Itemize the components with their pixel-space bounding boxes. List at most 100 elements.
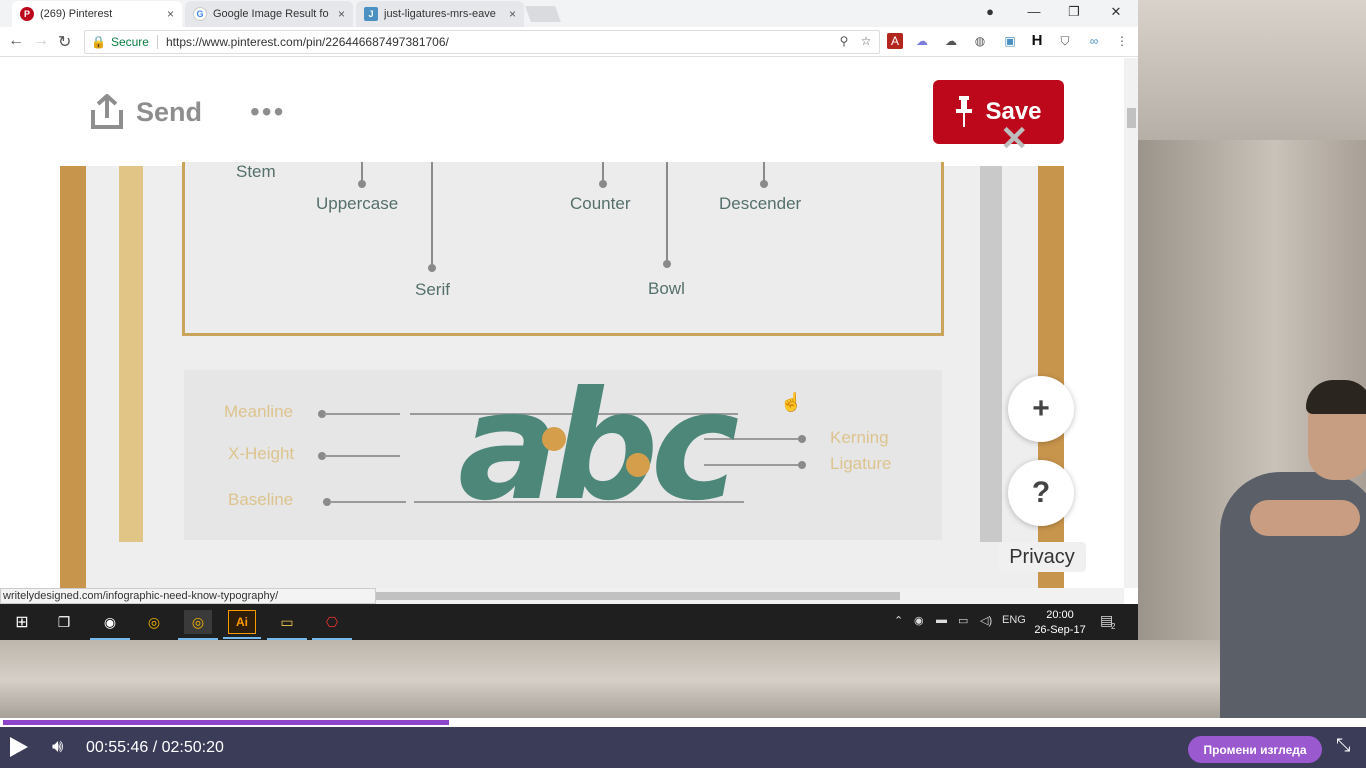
url-text[interactable]: https://www.pinterest.com/pin/2264466874… xyxy=(166,35,449,49)
forward-icon[interactable]: → xyxy=(33,32,49,50)
guide-dot xyxy=(798,435,806,443)
more-options-icon[interactable]: ••• xyxy=(250,96,285,128)
pointer-line xyxy=(361,162,363,182)
status-bar: writelydesigned.com/infographic-need-kno… xyxy=(0,588,376,604)
pointer-line xyxy=(666,162,668,262)
term-descender: Descender xyxy=(719,194,802,213)
pointer-dot xyxy=(599,180,607,188)
task-view-icon[interactable]: ❐ xyxy=(50,610,78,634)
new-tab-button[interactable] xyxy=(525,6,561,22)
profile-icon[interactable]: ● xyxy=(978,4,1002,22)
globe-icon[interactable]: ◍ xyxy=(972,33,988,49)
vertical-scrollbar[interactable] xyxy=(1124,58,1138,588)
pin-icon xyxy=(956,96,973,127)
back-icon[interactable]: ← xyxy=(8,32,24,50)
term-serif: Serif xyxy=(415,280,450,299)
decor-stripe xyxy=(119,166,143,542)
clock-date: 26-Sep-17 xyxy=(1034,624,1086,636)
file-explorer-icon[interactable]: ▭ xyxy=(267,610,307,640)
decor-stripe xyxy=(60,166,86,588)
time-display: 00:55:46 / 02:50:20 xyxy=(86,739,224,756)
zoom-icon[interactable]: ⚲ xyxy=(836,33,852,49)
volume-icon[interactable]: ◁) xyxy=(980,614,992,627)
send-button[interactable]: Send xyxy=(90,94,202,130)
help-button[interactable]: ? xyxy=(1008,460,1074,526)
shield-icon[interactable]: ⛉ xyxy=(1057,33,1073,49)
reload-icon[interactable]: ↻ xyxy=(58,32,71,52)
battery-icon[interactable]: ▬ xyxy=(936,614,947,626)
guide-line xyxy=(324,455,400,457)
windows-start-icon[interactable]: ⊞ xyxy=(8,610,36,634)
acrobat-taskbar-icon[interactable]: ⎔ xyxy=(312,610,352,640)
add-button[interactable]: + xyxy=(1008,376,1074,442)
play-icon[interactable] xyxy=(10,737,28,757)
presenter-hair xyxy=(1306,380,1366,414)
cloud-icon[interactable]: ☁ xyxy=(914,33,930,49)
cloud-download-icon[interactable]: ☁ xyxy=(943,33,959,49)
browser-window: P (269) Pinterest × G Google Image Resul… xyxy=(0,0,1138,640)
guide-line xyxy=(324,413,400,415)
privacy-link[interactable]: Privacy xyxy=(998,542,1086,572)
google-icon: G xyxy=(193,7,207,21)
scroll-thumb[interactable] xyxy=(376,592,900,600)
presenter xyxy=(1210,380,1366,722)
kerning-marker xyxy=(542,427,566,451)
tray-arrow-icon[interactable]: ⌃ xyxy=(894,614,903,627)
address-bar[interactable]: 🔒 Secure https://www.pinterest.com/pin/2… xyxy=(84,30,880,54)
network-icon[interactable]: ▭ xyxy=(958,614,968,627)
guide-line xyxy=(330,501,406,503)
illustrator-icon[interactable]: Ai xyxy=(223,610,261,639)
close-window-icon[interactable]: ✕ xyxy=(1104,4,1128,22)
chrome-icon[interactable]: ◎ xyxy=(140,610,168,634)
tab-close-icon[interactable]: × xyxy=(338,7,345,21)
room-wall xyxy=(1138,0,1366,140)
notification-count: 2 xyxy=(1111,622,1116,631)
link-icon[interactable]: ∞ xyxy=(1086,33,1102,49)
pointer-line xyxy=(431,162,433,266)
pointer-line xyxy=(763,162,765,182)
label-ligature: Ligature xyxy=(830,454,892,473)
tray-obs-icon[interactable]: ◉ xyxy=(914,614,924,627)
chrome-active-icon[interactable]: ◎ xyxy=(178,610,218,640)
restore-icon[interactable]: ❐ xyxy=(1062,4,1086,22)
exit-fullscreen-icon[interactable]: ⤡ xyxy=(1336,735,1350,756)
pointer-dot xyxy=(663,260,671,268)
label-meanline: Meanline xyxy=(224,402,293,421)
tab-close-icon[interactable]: × xyxy=(167,7,174,21)
clock-time: 20:00 xyxy=(1046,609,1074,621)
menu-icon[interactable]: ⋮ xyxy=(1114,33,1130,49)
language-indicator[interactable]: ENG xyxy=(1002,614,1026,626)
pointer-dot xyxy=(428,264,436,272)
tab-close-icon[interactable]: × xyxy=(509,7,516,21)
ligature-marker xyxy=(626,453,650,477)
h-extension-icon[interactable]: H xyxy=(1029,33,1045,49)
page-viewport: Send ••• Save ✕ Stem Uppercase Serif Cou… xyxy=(0,58,1124,588)
video-progress-fill xyxy=(3,720,449,725)
taskbar: ⊞ ❐ ◉ ◎ ◎ Ai ▭ ⎔ ⌃ ◉ ▬ ▭ ◁) ENG 20:00 26… xyxy=(0,604,1138,640)
clock[interactable]: 20:00 26-Sep-17 xyxy=(1030,608,1090,638)
obs-icon[interactable]: ◉ xyxy=(90,610,130,640)
minimize-icon[interactable]: — xyxy=(1022,4,1046,22)
video-controls: 🔊︎ 00:55:46 / 02:50:20 Промени изгледа ⤡ xyxy=(0,727,1366,768)
save-button[interactable]: Save xyxy=(933,80,1064,144)
tab-pinterest[interactable]: P (269) Pinterest × xyxy=(12,1,182,27)
extension-icon[interactable]: ▣ xyxy=(1002,33,1018,49)
label-kerning: Kerning xyxy=(830,428,889,447)
tab-title: (269) Pinterest xyxy=(40,8,113,20)
label-xheight: X-Height xyxy=(228,444,295,463)
change-view-button[interactable]: Промени изгледа xyxy=(1188,736,1322,763)
video-progress-bar[interactable] xyxy=(0,718,1366,727)
volume-icon[interactable]: 🔊︎ xyxy=(52,736,63,757)
close-icon[interactable]: ✕ xyxy=(1000,122,1029,156)
divider xyxy=(156,35,158,49)
tab-title: just-ligatures-mrs-eave xyxy=(384,8,496,20)
pointer-dot xyxy=(760,180,768,188)
hand-cursor-icon: ☝ xyxy=(780,392,803,412)
pointer-dot xyxy=(358,180,366,188)
tab-ligatures[interactable]: J just-ligatures-mrs-eave × xyxy=(356,1,524,27)
bookmark-star-icon[interactable]: ☆ xyxy=(858,33,874,49)
acrobat-icon[interactable]: A xyxy=(887,33,903,49)
tab-google-image[interactable]: G Google Image Result fo × xyxy=(185,1,353,27)
scroll-thumb[interactable] xyxy=(1127,108,1136,128)
decor-stripe xyxy=(980,166,1002,542)
